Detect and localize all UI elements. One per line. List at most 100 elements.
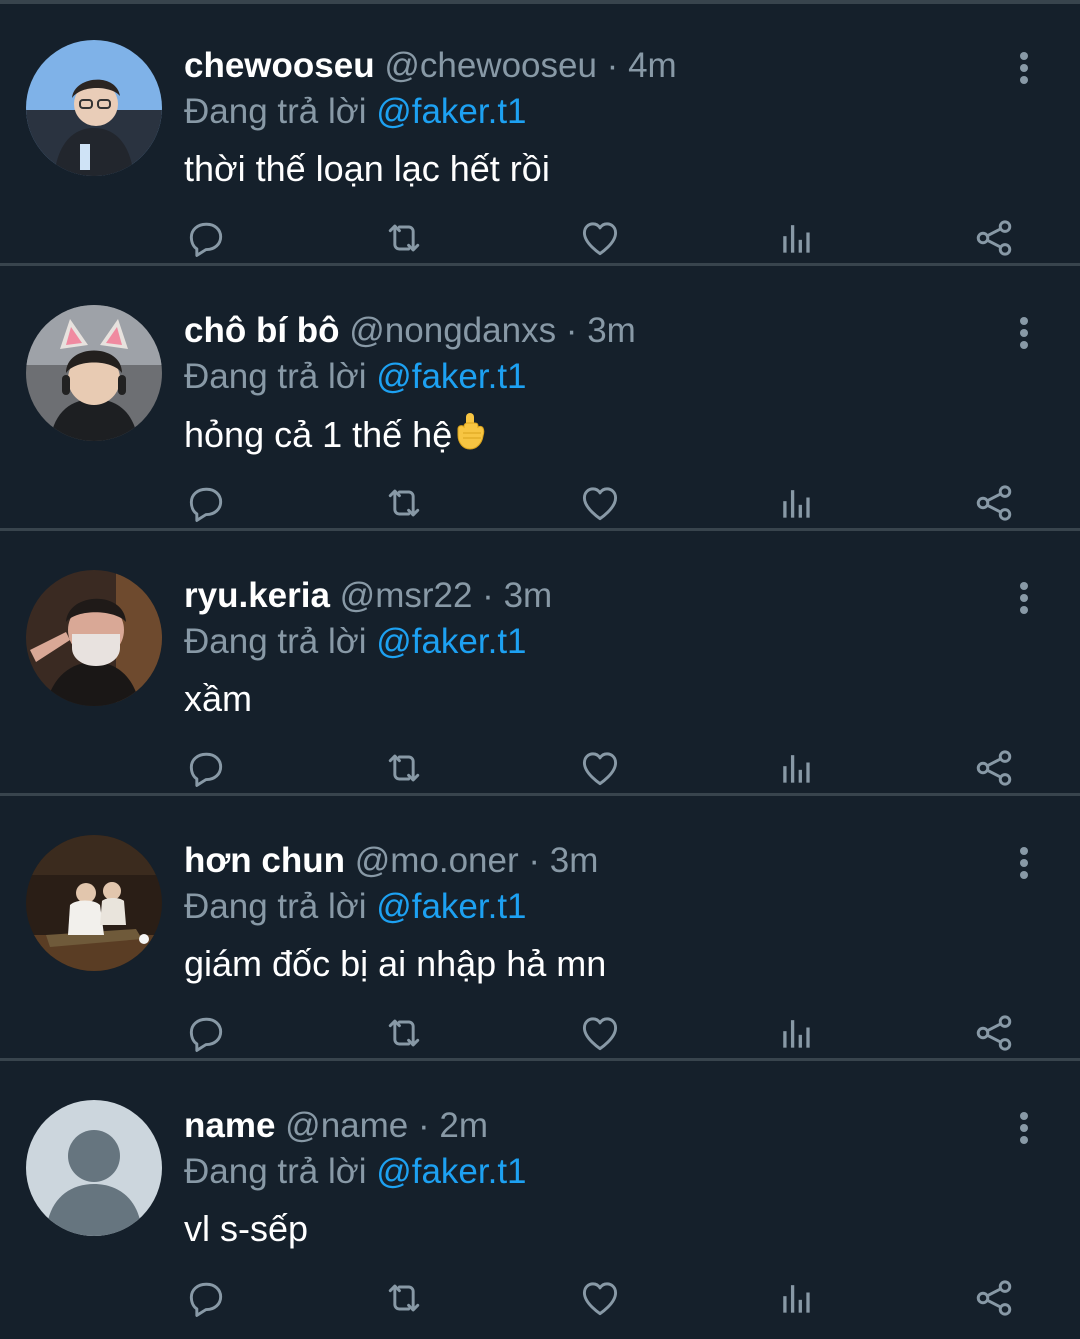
avatar[interactable] <box>26 305 162 441</box>
user-handle[interactable]: @msr22 <box>340 576 473 615</box>
like-button[interactable] <box>576 746 624 794</box>
views-button[interactable] <box>773 746 821 794</box>
views-button[interactable] <box>773 216 821 264</box>
comment-bubble-icon <box>184 1276 228 1325</box>
mention-link[interactable]: @faker.t1 <box>376 887 526 926</box>
heart-icon <box>578 216 622 265</box>
display-name[interactable]: chewooseu <box>184 46 375 85</box>
retweet-icon <box>382 216 426 265</box>
timestamp[interactable]: 4m <box>628 46 677 85</box>
more-vertical-icon[interactable] <box>1004 46 1044 90</box>
share-icon <box>972 1276 1016 1325</box>
views-button[interactable] <box>773 481 821 529</box>
timestamp[interactable]: 3m <box>550 841 599 880</box>
display-name[interactable]: chô bí bô <box>184 311 340 350</box>
share-button[interactable] <box>970 481 1018 529</box>
reply-button[interactable] <box>182 481 230 529</box>
tweet-text-content: thời thế loạn lạc hết rồi <box>184 148 550 189</box>
user-handle[interactable]: @mo.oner <box>355 841 519 880</box>
display-name[interactable]: ryu.keria <box>184 576 330 615</box>
separator-dot: · <box>472 576 504 615</box>
timestamp[interactable]: 3m <box>504 576 553 615</box>
tweet-header: ryu.keria @msr22 · 3m <box>184 574 552 618</box>
tweet[interactable]: ryu.keria @msr22 · 3m Đang trả lời @faker… <box>0 534 1080 796</box>
separator-dot: · <box>596 46 629 85</box>
more-vertical-icon[interactable] <box>1004 576 1044 620</box>
retweet-icon <box>382 481 426 530</box>
more-vertical-icon[interactable] <box>1004 841 1044 885</box>
comment-bubble-icon <box>184 481 228 530</box>
user-handle[interactable]: @chewooseu <box>384 46 597 85</box>
heart-icon <box>578 1276 622 1325</box>
user-handle[interactable]: @name <box>285 1106 408 1145</box>
tweet-header: name @name · 2m <box>184 1104 488 1148</box>
retweet-button[interactable] <box>380 216 428 264</box>
heart-icon <box>578 746 622 795</box>
like-button[interactable] <box>576 1011 624 1059</box>
avatar[interactable] <box>26 570 162 706</box>
user-handle[interactable]: @nongdanxs <box>349 311 556 350</box>
reply-prefix: Đang trả lời <box>184 1152 367 1191</box>
retweet-button[interactable] <box>380 1276 428 1324</box>
bar-chart-icon <box>775 216 819 265</box>
mention-link[interactable]: @faker.t1 <box>376 1152 526 1191</box>
tweet[interactable]: name @name · 2m Đang trả lời @faker.t1 vl … <box>0 1064 1080 1326</box>
share-icon <box>972 746 1016 795</box>
reply-feed: chewooseu @chewooseu · 4m Đang trả lời @f… <box>0 0 1080 1339</box>
action-bar <box>0 1276 1080 1330</box>
reply-button[interactable] <box>182 216 230 264</box>
tweet-text-content: vl s-sếp <box>184 1208 309 1249</box>
tweet-text: thời thế loạn lạc hết rồi <box>184 146 550 192</box>
reply-context: Đang trả lời @faker.t1 <box>184 355 527 399</box>
like-button[interactable] <box>576 216 624 264</box>
timestamp[interactable]: 2m <box>439 1106 488 1145</box>
retweet-icon <box>382 746 426 795</box>
views-button[interactable] <box>773 1011 821 1059</box>
share-button[interactable] <box>970 746 1018 794</box>
tweet[interactable]: chô bí bô @nongdanxs · 3m Đang trả lời @f… <box>0 269 1080 531</box>
tweet-text: giám đốc bị ai nhập hả mn <box>184 941 606 987</box>
timestamp[interactable]: 3m <box>587 311 636 350</box>
retweet-button[interactable] <box>380 481 428 529</box>
more-vertical-icon[interactable] <box>1004 1106 1044 1150</box>
bar-chart-icon <box>775 1011 819 1060</box>
bar-chart-icon <box>775 1276 819 1325</box>
middle-finger-emoji <box>457 413 485 450</box>
tweet[interactable]: chewooseu @chewooseu · 4m Đang trả lời @f… <box>0 4 1080 266</box>
mention-link[interactable]: @faker.t1 <box>376 92 526 131</box>
share-icon <box>972 1011 1016 1060</box>
avatar[interactable] <box>26 835 162 971</box>
reply-context: Đang trả lời @faker.t1 <box>184 1150 527 1194</box>
comment-bubble-icon <box>184 1011 228 1060</box>
like-button[interactable] <box>576 481 624 529</box>
reply-context: Đang trả lời @faker.t1 <box>184 620 527 664</box>
reply-button[interactable] <box>182 746 230 794</box>
share-button[interactable] <box>970 1011 1018 1059</box>
action-bar <box>0 216 1080 270</box>
action-bar <box>0 746 1080 800</box>
share-icon <box>972 216 1016 265</box>
tweet-header: hơn chun @mo.oner · 3m <box>184 839 598 883</box>
retweet-button[interactable] <box>380 1011 428 1059</box>
reply-button[interactable] <box>182 1011 230 1059</box>
bar-chart-icon <box>775 481 819 530</box>
retweet-button[interactable] <box>380 746 428 794</box>
display-name[interactable]: name <box>184 1106 275 1145</box>
heart-icon <box>578 1011 622 1060</box>
more-vertical-icon[interactable] <box>1004 311 1044 355</box>
tweet[interactable]: hơn chun @mo.oner · 3m Đang trả lời @fake… <box>0 799 1080 1061</box>
avatar[interactable] <box>26 40 162 176</box>
separator-dot: · <box>556 311 588 350</box>
display-name[interactable]: hơn chun <box>184 841 345 880</box>
retweet-icon <box>382 1276 426 1325</box>
views-button[interactable] <box>773 1276 821 1324</box>
comment-bubble-icon <box>184 746 228 795</box>
reply-button[interactable] <box>182 1276 230 1324</box>
mention-link[interactable]: @faker.t1 <box>376 357 526 396</box>
avatar[interactable] <box>26 1100 162 1236</box>
tweet-header: chewooseu @chewooseu · 4m <box>184 44 677 88</box>
like-button[interactable] <box>576 1276 624 1324</box>
share-button[interactable] <box>970 216 1018 264</box>
mention-link[interactable]: @faker.t1 <box>376 622 526 661</box>
share-button[interactable] <box>970 1276 1018 1324</box>
